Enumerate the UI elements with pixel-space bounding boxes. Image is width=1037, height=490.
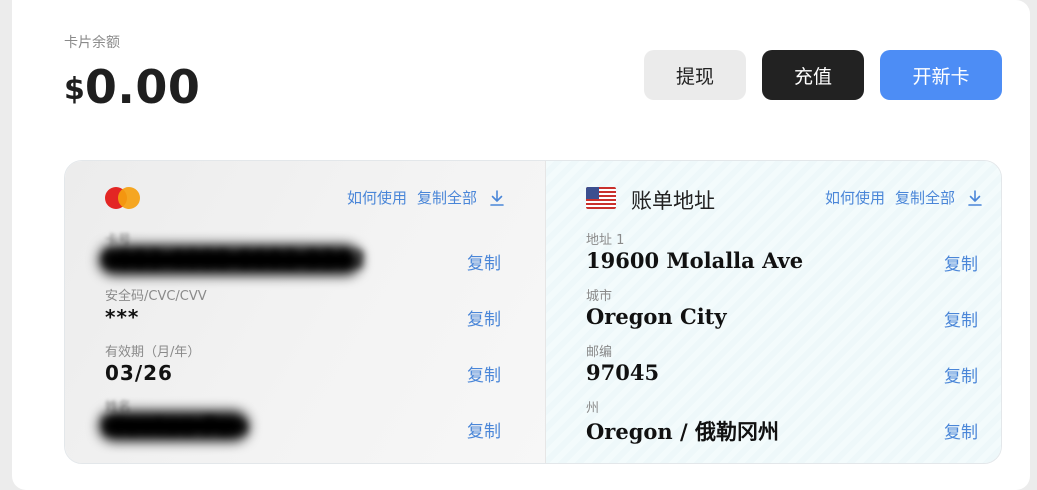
copy-cvc-button[interactable]: 复制 xyxy=(467,305,501,330)
address-label: 地址 1 xyxy=(586,233,625,248)
state-label: 州 xyxy=(586,401,600,416)
card-info-section: 如何使用 复制全部 卡号 6683 4000 6682 9342 复制 安全码/… xyxy=(65,161,546,463)
copy-state-button[interactable]: 复制 xyxy=(944,418,978,443)
billing-address-title: 账单地址 xyxy=(631,189,715,213)
billing-address-section: 账单地址 如何使用 复制全部 地址 1 19600 Molalla Ave 复制… xyxy=(546,161,1001,463)
copy-address-button[interactable]: 复制 xyxy=(944,250,978,275)
billing-how-to-use-link[interactable]: 如何使用 xyxy=(825,187,885,208)
download-icon[interactable] xyxy=(489,189,505,207)
billing-actions: 如何使用 复制全部 xyxy=(825,187,983,208)
city-value: Oregon City xyxy=(586,304,727,329)
cvc-label: 安全码/CVC/CVV xyxy=(105,289,207,304)
zip-label: 邮编 xyxy=(586,345,613,360)
state-value: Oregon / 俄勒冈州 xyxy=(586,419,779,444)
copy-city-button[interactable]: 复制 xyxy=(944,306,978,331)
card-number-value: 6683 4000 6682 9342 xyxy=(103,247,366,271)
new-card-button[interactable]: 开新卡 xyxy=(880,50,1002,100)
billing-copy-all-link[interactable]: 复制全部 xyxy=(895,187,955,208)
card-actions: 如何使用 复制全部 xyxy=(347,187,505,208)
copy-expiry-button[interactable]: 复制 xyxy=(467,361,501,386)
city-label: 城市 xyxy=(586,289,613,304)
cvc-value: *** xyxy=(105,305,140,329)
address-value: 19600 Molalla Ave xyxy=(586,248,804,273)
balance-currency: $ xyxy=(64,72,85,107)
mastercard-logo-icon xyxy=(105,187,141,209)
zip-value: 97045 xyxy=(586,360,660,385)
download-icon[interactable] xyxy=(967,189,983,207)
copy-zip-button[interactable]: 复制 xyxy=(944,362,978,387)
card-details: 如何使用 复制全部 卡号 6683 4000 6682 9342 复制 安全码/… xyxy=(64,160,1002,464)
name-value: Wentao Pan xyxy=(103,414,248,438)
topup-button[interactable]: 充值 xyxy=(762,50,864,100)
copy-card-number-button[interactable]: 复制 xyxy=(467,249,501,274)
card-panel: 卡片余额 $0.00 提现 充值 开新卡 如何使用 复制全部 卡号 6683 4… xyxy=(12,0,1030,490)
us-flag-icon xyxy=(586,187,616,209)
withdraw-button[interactable]: 提现 xyxy=(644,50,746,100)
expiry-label: 有效期（月/年） xyxy=(105,345,201,360)
balance-amount: $0.00 xyxy=(64,60,200,114)
copy-name-button[interactable]: 复制 xyxy=(467,417,501,442)
balance-label: 卡片余额 xyxy=(64,35,120,51)
card-how-to-use-link[interactable]: 如何使用 xyxy=(347,187,407,208)
balance-value: 0.00 xyxy=(84,60,201,114)
card-copy-all-link[interactable]: 复制全部 xyxy=(417,187,477,208)
expiry-value: 03/26 xyxy=(105,361,173,385)
